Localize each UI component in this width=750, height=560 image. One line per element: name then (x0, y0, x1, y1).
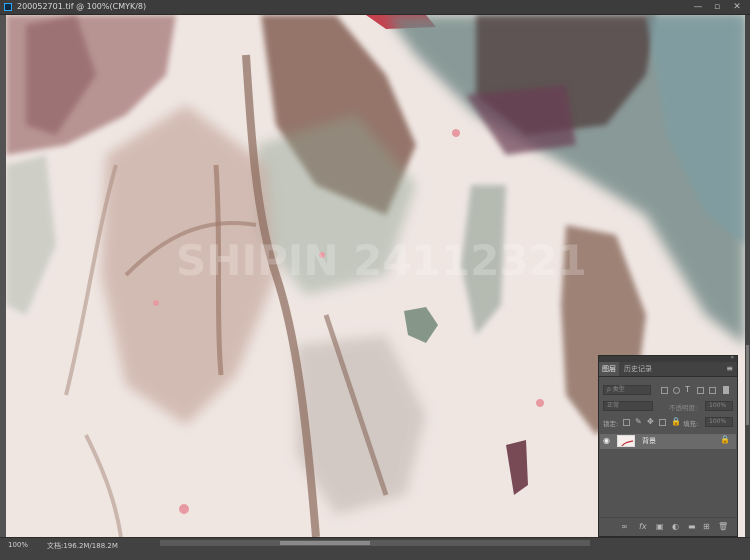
opacity-label: 不透明度: (669, 404, 698, 412)
blend-mode-select[interactable]: 正常 (603, 401, 653, 411)
blend-row: 正常 不透明度: 100% (599, 400, 737, 413)
filter-adjustment-icon[interactable] (673, 387, 680, 394)
document-title-bar: 200052701.tif @ 100%(CMYK/8) — ▫ ✕ (0, 0, 750, 15)
filter-type-icon[interactable]: T (685, 385, 690, 394)
layers-panel-footer: ∞ fx ▣ ◐ ▬ ⊞ 🗑 (599, 517, 737, 536)
watermark-text: SHIPIN 24112321 (176, 236, 587, 285)
tab-history[interactable]: 历史记录 (621, 362, 655, 376)
lock-transparent-icon[interactable] (623, 419, 630, 426)
filter-smart-icon[interactable] (709, 387, 716, 394)
folder-icon[interactable]: ▬ (688, 522, 696, 531)
new-layer-icon[interactable]: ⊞ (703, 522, 710, 531)
maximize-button[interactable]: ▫ (710, 0, 724, 14)
zoom-level[interactable]: 100% (8, 541, 28, 549)
mask-icon[interactable]: ▣ (656, 522, 664, 531)
lock-position-icon[interactable]: ✥ (647, 417, 654, 426)
layer-lock-icon: 🔒 (720, 435, 730, 444)
filter-shape-icon[interactable] (697, 387, 704, 394)
link-icon[interactable]: ∞ (621, 522, 628, 531)
collapse-panel-icon[interactable]: » (730, 354, 734, 361)
layer-row-background[interactable]: ◉ 背景 🔒 (600, 434, 736, 449)
trash-icon[interactable]: 🗑 (718, 522, 728, 531)
opacity-input[interactable]: 100% (705, 401, 733, 411)
lock-artboard-icon[interactable] (659, 419, 666, 426)
lock-image-icon[interactable]: ✎ (635, 417, 642, 426)
lock-row: 锁定: ✎ ✥ 🔒 填充: 100% (599, 416, 737, 429)
vertical-scroll-thumb[interactable] (746, 345, 749, 425)
panel-tab-bar: 图层 历史记录 ≡ (599, 362, 737, 377)
visibility-eye-icon[interactable]: ◉ (603, 436, 610, 445)
filter-pixel-icon[interactable] (661, 387, 668, 394)
document-size[interactable]: 文档:196.2M/188.2M (47, 541, 118, 551)
minimize-button[interactable]: — (691, 0, 705, 14)
layer-thumbnail (617, 435, 635, 447)
horizontal-scroll-thumb[interactable] (280, 541, 370, 545)
layer-filter-row: ρ 类型 T (599, 384, 737, 397)
fill-input[interactable]: 100% (705, 417, 733, 427)
photoshop-icon (4, 3, 12, 11)
layer-filter-select[interactable]: ρ 类型 (603, 385, 651, 395)
vertical-scrollbar[interactable] (745, 15, 750, 537)
document-tab-title[interactable]: 200052701.tif @ 100%(CMYK/8) (17, 0, 146, 14)
thumbnail-art (621, 440, 634, 446)
layer-name[interactable]: 背景 (642, 436, 656, 446)
adjustment-icon[interactable]: ◐ (672, 522, 679, 531)
panel-menu-icon[interactable]: ≡ (726, 364, 733, 373)
horizontal-scrollbar[interactable] (160, 540, 590, 546)
layers-panel: » 图层 历史记录 ≡ ρ 类型 T 正常 不透明度: 100% 锁定: ✎ ✥… (598, 354, 738, 537)
close-button[interactable]: ✕ (730, 0, 744, 14)
fill-label: 填充: (683, 420, 699, 428)
filter-toggle-icon[interactable] (723, 386, 729, 394)
tab-layers[interactable]: 图层 (599, 362, 619, 376)
lock-label: 锁定: (603, 420, 619, 428)
fx-icon[interactable]: fx (639, 522, 647, 531)
status-bar: 100% 文档:196.2M/188.2M (0, 537, 750, 560)
lock-all-icon[interactable]: 🔒 (671, 417, 681, 426)
